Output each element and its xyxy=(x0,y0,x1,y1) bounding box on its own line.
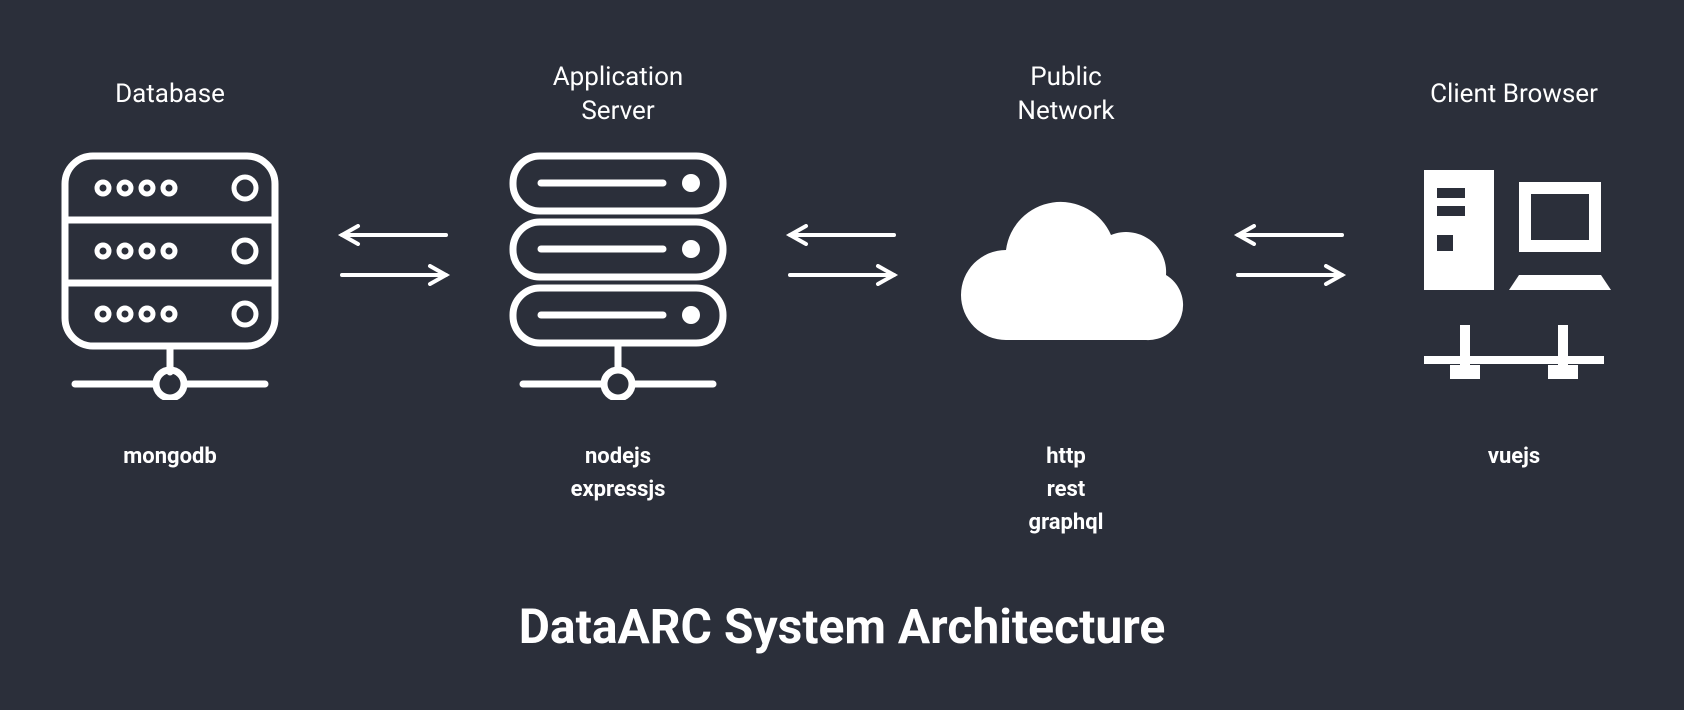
node-database: Database xyxy=(40,60,300,473)
database-icon xyxy=(55,150,285,400)
tech-database: mongodb xyxy=(123,440,217,473)
arrow-right-icon xyxy=(334,264,454,286)
tech-client-browser: vuejs xyxy=(1488,440,1540,473)
arrow-left-icon xyxy=(782,224,902,246)
heading-client-browser: Client Browser xyxy=(1430,60,1598,130)
arrow-right-icon xyxy=(1230,264,1350,286)
node-public-network: PublicNetwork httprestgraphql xyxy=(936,60,1196,539)
arrow-left-icon xyxy=(334,224,454,246)
diagram-title: DataARC System Architecture xyxy=(0,598,1684,655)
client-icon xyxy=(1404,150,1624,400)
architecture-row: Database xyxy=(0,60,1684,539)
connection-app-network xyxy=(782,60,902,450)
heading-database: Database xyxy=(115,60,225,130)
connection-db-app xyxy=(334,60,454,450)
app-server-icon xyxy=(503,150,733,400)
tech-app-server: nodejsexpressjs xyxy=(571,440,666,506)
connection-network-client xyxy=(1230,60,1350,450)
heading-public-network: PublicNetwork xyxy=(1017,60,1114,130)
heading-app-server: ApplicationServer xyxy=(553,60,684,130)
arrow-right-icon xyxy=(782,264,902,286)
arrow-left-icon xyxy=(1230,224,1350,246)
node-client-browser: Client Browser vuejs xyxy=(1384,60,1644,473)
node-app-server: ApplicationServer xyxy=(488,60,748,506)
cloud-icon xyxy=(946,150,1186,400)
tech-public-network: httprestgraphql xyxy=(1029,440,1104,539)
